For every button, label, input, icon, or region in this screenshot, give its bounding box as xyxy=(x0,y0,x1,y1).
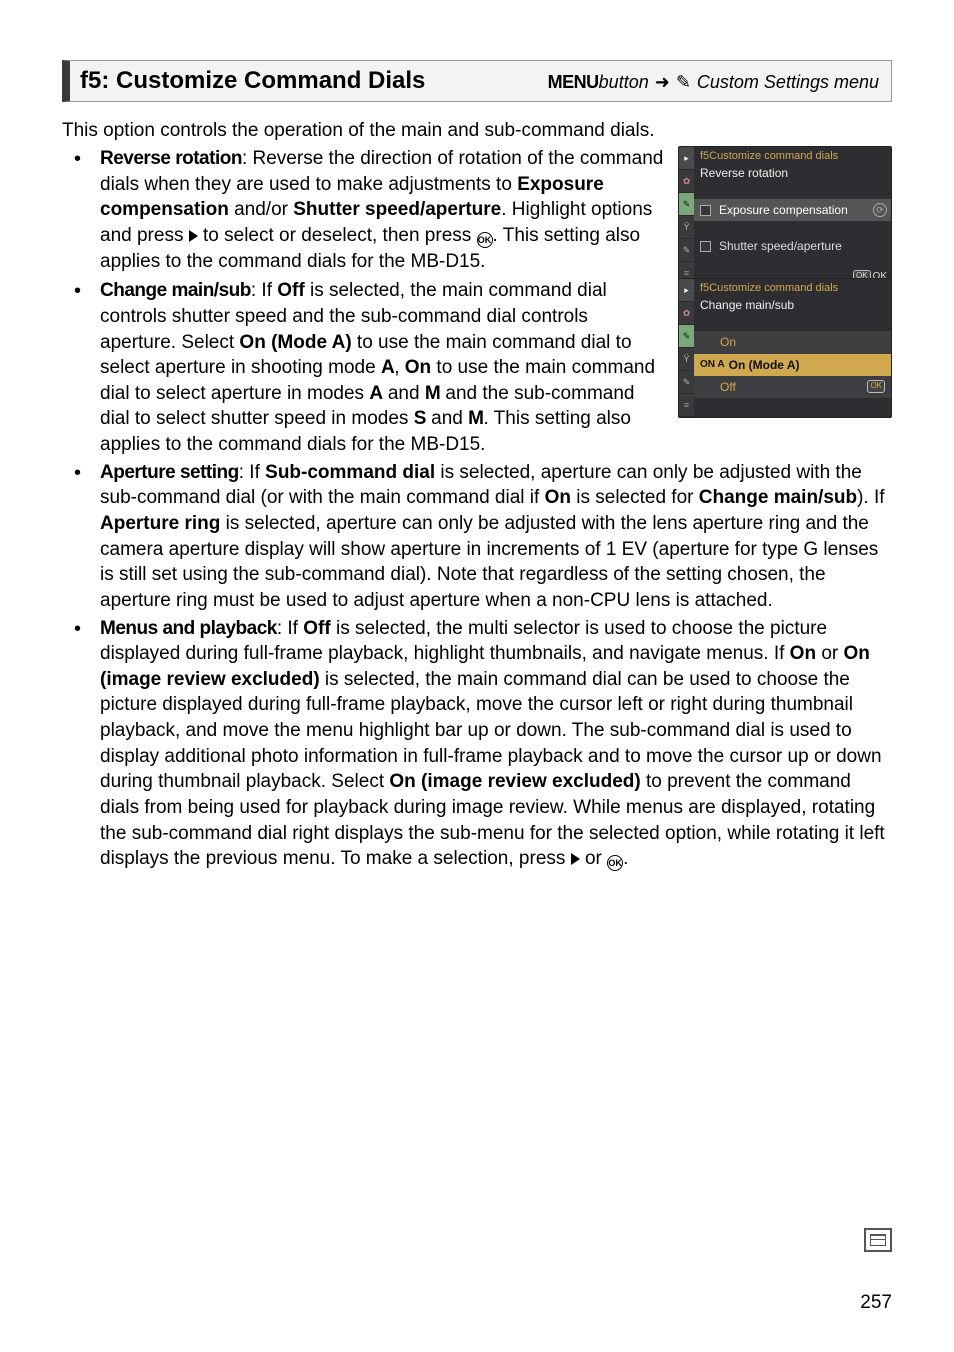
menus-label: Menus and playback xyxy=(100,618,277,639)
reverse-andor: and/or xyxy=(229,199,293,220)
screen2-subtitle: Change main/sub xyxy=(694,297,891,317)
heading-title: f5: Customize Command Dials xyxy=(80,65,425,97)
pencil-icon: ✎ xyxy=(676,70,691,94)
mp-seg6: or xyxy=(580,848,607,869)
checkbox-icon xyxy=(700,205,711,216)
mp-off: Off xyxy=(303,618,330,639)
sidebar-camera-icon: ✿ xyxy=(679,170,694,193)
screen2-row-off: Off OK xyxy=(694,376,891,398)
heading-button-word: button xyxy=(599,70,649,94)
ap-seg4: ). If xyxy=(857,487,884,508)
aperture-label: Aperture setting xyxy=(100,462,239,483)
right-triangle-icon xyxy=(189,230,198,242)
intro-text: This option controls the operation of th… xyxy=(62,118,892,144)
sidebar-y-icon: Ÿ xyxy=(679,348,694,371)
screen2-row-on-modea: ON A On (Mode A) xyxy=(694,354,891,376)
list-item: Aperture setting: If Sub-command dial is… xyxy=(62,460,892,614)
ap-seg1: : If xyxy=(239,462,265,483)
bullet-list: Reverse rotation: Reverse the direction … xyxy=(62,146,892,872)
sidebar-play-icon: ▸ xyxy=(679,279,694,302)
screen2-spacer xyxy=(694,317,891,331)
ap-on: On xyxy=(545,487,571,508)
sidebar-pencil-icon: ✎ xyxy=(679,325,694,348)
change-on: On xyxy=(405,357,431,378)
screenshot-sidebar: ▸ ✿ ✎ Ÿ ✎ ≡ xyxy=(679,279,694,417)
page-number: 257 xyxy=(860,1290,892,1316)
info-mark-icon: ⟳ xyxy=(873,203,887,217)
screen1-subtitle: Reverse rotation xyxy=(694,165,891,185)
mode-M2: M xyxy=(468,408,483,429)
reverse-rotation-text: Reverse rotation: Reverse the direction … xyxy=(100,146,668,274)
section-heading: f5: Customize Command Dials MENU button … xyxy=(62,60,892,102)
change-seg8: and xyxy=(426,408,468,429)
menu-section-icon xyxy=(864,1228,892,1252)
reverse-seg3: to select or deselect, then press xyxy=(198,225,477,246)
ap-ring: Aperture ring xyxy=(100,513,220,534)
ok-circle-icon: OK xyxy=(477,232,493,248)
mode-S: S xyxy=(414,408,426,429)
mode-A: A xyxy=(381,357,394,378)
arrow-icon: ➜ xyxy=(655,70,670,94)
change-off: Off xyxy=(277,280,304,301)
change-seg4: , xyxy=(394,357,405,378)
mp-seg1: : If xyxy=(277,618,303,639)
mode-A2: A xyxy=(369,383,382,404)
heading-breadcrumb: MENU button ➜ ✎ Custom Settings menu xyxy=(548,70,879,94)
screen2-off-text: Off xyxy=(720,379,736,395)
mp-on-irex2: On (image review excluded) xyxy=(389,771,640,792)
sidebar-my-icon: ≡ xyxy=(679,394,694,417)
change-seg6: and xyxy=(383,383,425,404)
change-main-sub-text: Change main/sub: If Off is selected, the… xyxy=(100,278,668,457)
camera-screenshot-change: ▸ ✿ ✎ Ÿ ✎ ≡ f5Customize command dials Ch… xyxy=(678,278,892,418)
sidebar-y-icon: Ÿ xyxy=(679,216,694,239)
menu-list-icon xyxy=(870,1234,886,1246)
sidebar-pencil-icon: ✎ xyxy=(679,193,694,216)
screen1-spacer2 xyxy=(694,221,891,235)
list-item: Reverse rotation: Reverse the direction … xyxy=(62,146,892,274)
reverse-label: Reverse rotation xyxy=(100,148,242,169)
list-item: Change main/sub: If Off is selected, the… xyxy=(62,278,892,457)
screen2-onmodea-text: On (Mode A) xyxy=(729,357,800,373)
ok-chip-icon: OK xyxy=(867,380,885,393)
screenshot-sidebar: ▸ ✿ ✎ Ÿ ✎ ≡ xyxy=(679,147,694,285)
screen2-row-on: On xyxy=(694,331,891,353)
screen2-onmodea-pre: ON A xyxy=(700,358,725,372)
checkbox-icon xyxy=(700,241,711,252)
screen1-row2-text: Shutter speed/aperture xyxy=(719,238,842,254)
mode-M: M xyxy=(425,383,440,404)
screen1-row1-text: Exposure compensation xyxy=(719,202,848,218)
sidebar-retouch-icon: ✎ xyxy=(679,239,694,262)
screen1-row-exposure: Exposure compensation ⟳ xyxy=(694,199,891,221)
list-item: Menus and playback: If Off is selected, … xyxy=(62,616,892,872)
sidebar-camera-icon: ✿ xyxy=(679,302,694,325)
camera-screenshot-reverse: ▸ ✿ ✎ Ÿ ✎ ≡ f5Customize command dials Re… xyxy=(678,146,892,286)
screen1-spacer xyxy=(694,185,891,199)
heading-suffix: Custom Settings menu xyxy=(697,70,879,94)
change-label: Change main/sub xyxy=(100,280,251,301)
ap-subcmd: Sub-command dial xyxy=(265,462,435,483)
ap-cms: Change main/sub xyxy=(699,487,857,508)
ok-circle-icon: OK xyxy=(607,855,623,871)
screen1-topline: f5Customize command dials xyxy=(694,147,891,165)
change-seg1: : If xyxy=(251,280,277,301)
screen2-topline: f5Customize command dials xyxy=(694,279,891,297)
menu-label: MENU xyxy=(548,70,599,94)
screen1-row-shutter: Shutter speed/aperture xyxy=(694,235,891,257)
ap-seg3: is selected for xyxy=(571,487,699,508)
sidebar-retouch-icon: ✎ xyxy=(679,371,694,394)
right-triangle-icon xyxy=(571,853,580,865)
shutter-ap-bold: Shutter speed/aperture xyxy=(293,199,501,220)
mp-on: On xyxy=(790,643,816,664)
change-on-modea: On (Mode A) xyxy=(239,332,351,353)
mp-seg3: or xyxy=(816,643,843,664)
sidebar-play-icon: ▸ xyxy=(679,147,694,170)
